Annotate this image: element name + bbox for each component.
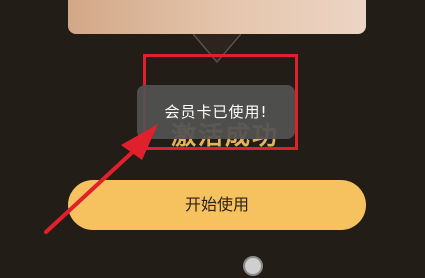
red-arrow-icon bbox=[44, 124, 158, 234]
page-indicator-dot bbox=[243, 256, 263, 276]
